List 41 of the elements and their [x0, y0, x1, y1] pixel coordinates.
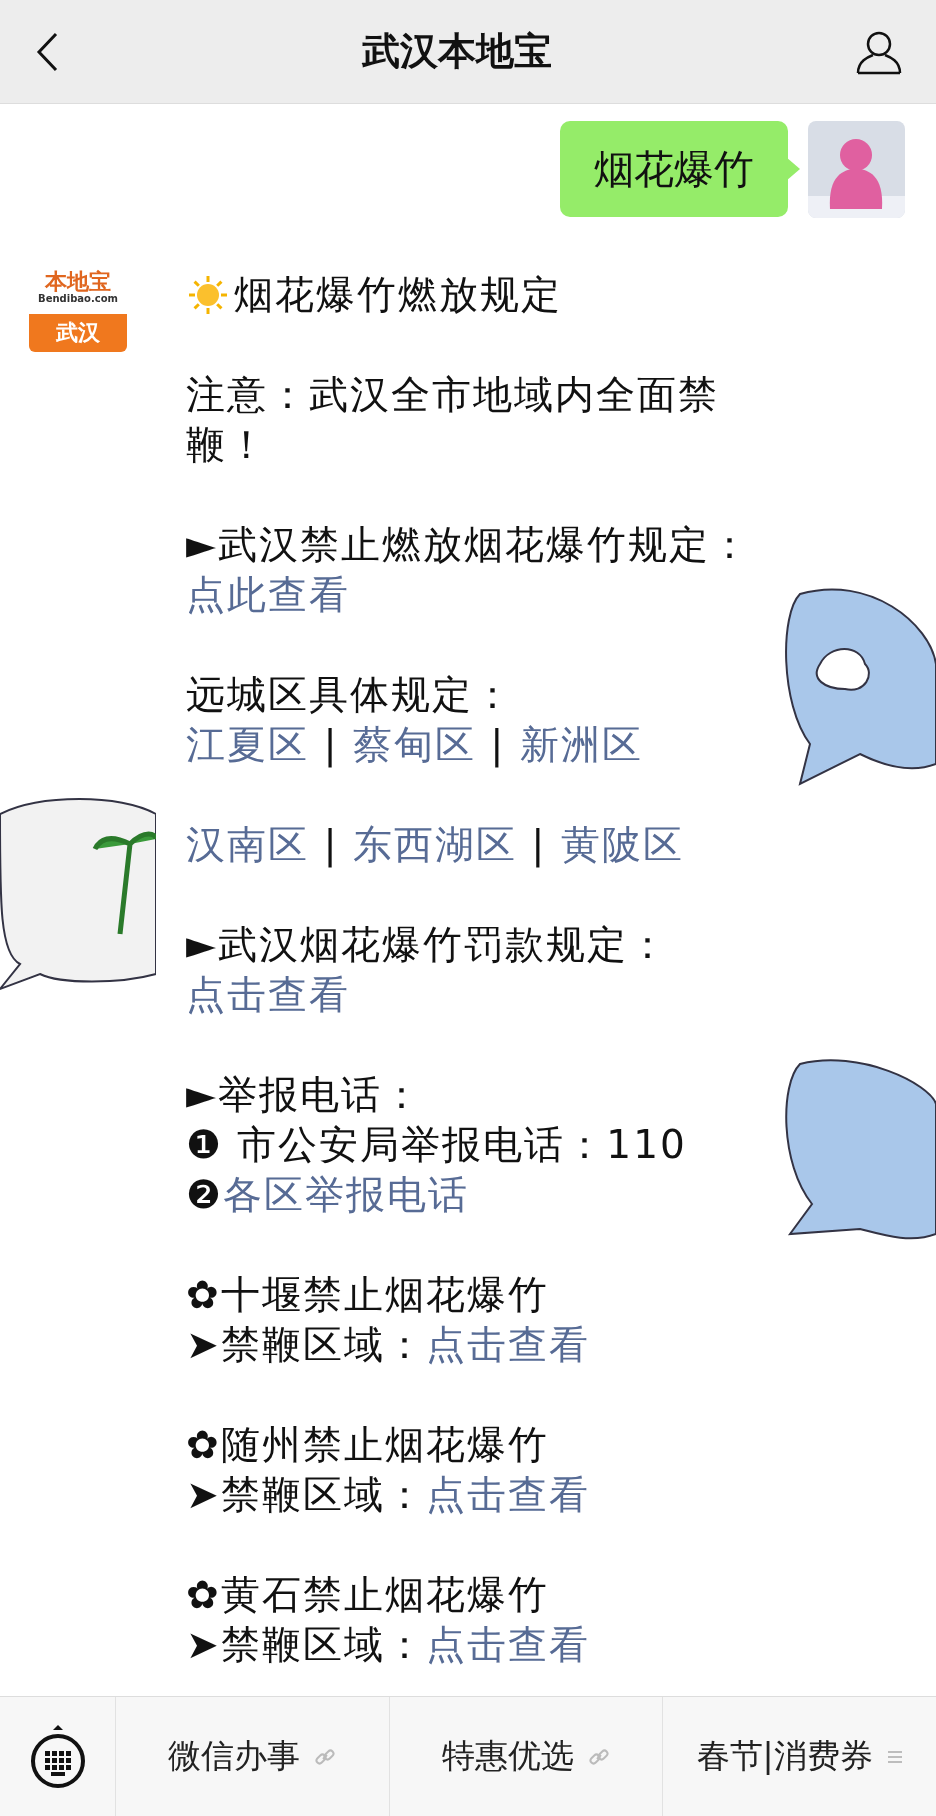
back-icon[interactable] [36, 31, 58, 72]
message-text: ➤禁鞭区域：点击查看 [186, 1621, 591, 1669]
message-text: ❷各区举报电话 [186, 1171, 470, 1219]
message-text: ►武汉烟花爆竹罚款规定： 点击查看 [186, 921, 670, 1019]
text-link[interactable]: 江夏区 [186, 722, 309, 767]
logo-domain: Bendibao.com [38, 293, 118, 304]
text-link[interactable]: 新洲区 [519, 722, 643, 767]
message-text: ❶ 市公安局举报电话：110 [186, 1121, 688, 1169]
message-text: ✿黄石禁止烟花爆竹 [186, 1571, 550, 1619]
text-link[interactable]: 点击查看 [425, 1322, 590, 1367]
text-link[interactable]: 东西湖区 [352, 822, 517, 867]
message-text: 烟花爆竹 [594, 144, 754, 194]
message-text: ➤禁鞭区域：点击查看 [186, 1321, 591, 1369]
sun-icon [186, 273, 230, 317]
text-link[interactable]: 点击查看 [186, 972, 350, 1017]
message-text: 汉南区 | 东西湖区 | 黄陂区 [186, 821, 685, 870]
menu-lines-icon [886, 1748, 903, 1765]
message-text: 江夏区 | 蔡甸区 | 新洲区 [186, 721, 644, 770]
logo-brand: 本地宝 [45, 271, 111, 293]
keyboard-icon[interactable] [28, 1723, 87, 1790]
text-link[interactable]: 点击查看 [425, 1472, 590, 1517]
message-text: ✿随州禁止烟花爆竹 [186, 1421, 550, 1469]
avatar[interactable] [808, 121, 905, 218]
text-link[interactable]: 汉南区 [186, 822, 309, 867]
text-link[interactable]: 蔡甸区 [352, 722, 476, 767]
message-text: ►举报电话： [186, 1071, 424, 1119]
text-link[interactable]: 点击查看 [425, 1622, 590, 1667]
message-text: ➤禁鞭区域：点击查看 [186, 1471, 591, 1519]
text-link[interactable]: 黄陂区 [560, 822, 684, 867]
menu-tab[interactable]: 特惠优选 [389, 1697, 664, 1816]
logo-city: 武汉 [29, 314, 127, 352]
menu-tab[interactable]: 春节|消费券 [663, 1697, 936, 1816]
text-link[interactable]: 点此查看 [186, 572, 350, 617]
message-text: 注意：武汉全市地域内全面禁鞭！ [186, 371, 720, 469]
text-link[interactable]: 各区举报电话 [222, 1172, 469, 1217]
message-text: ✿十堰禁止烟花爆竹 [186, 1271, 550, 1319]
message-heading: 烟花爆竹燃放规定 [234, 271, 562, 319]
message-text: ►武汉禁止燃放烟花爆竹规定： 点此查看 [186, 521, 752, 619]
menu-tab[interactable]: 微信办事 [116, 1697, 390, 1816]
message-text: 远城区具体规定： [186, 671, 515, 719]
window-title: 武汉本地宝 [362, 28, 552, 75]
